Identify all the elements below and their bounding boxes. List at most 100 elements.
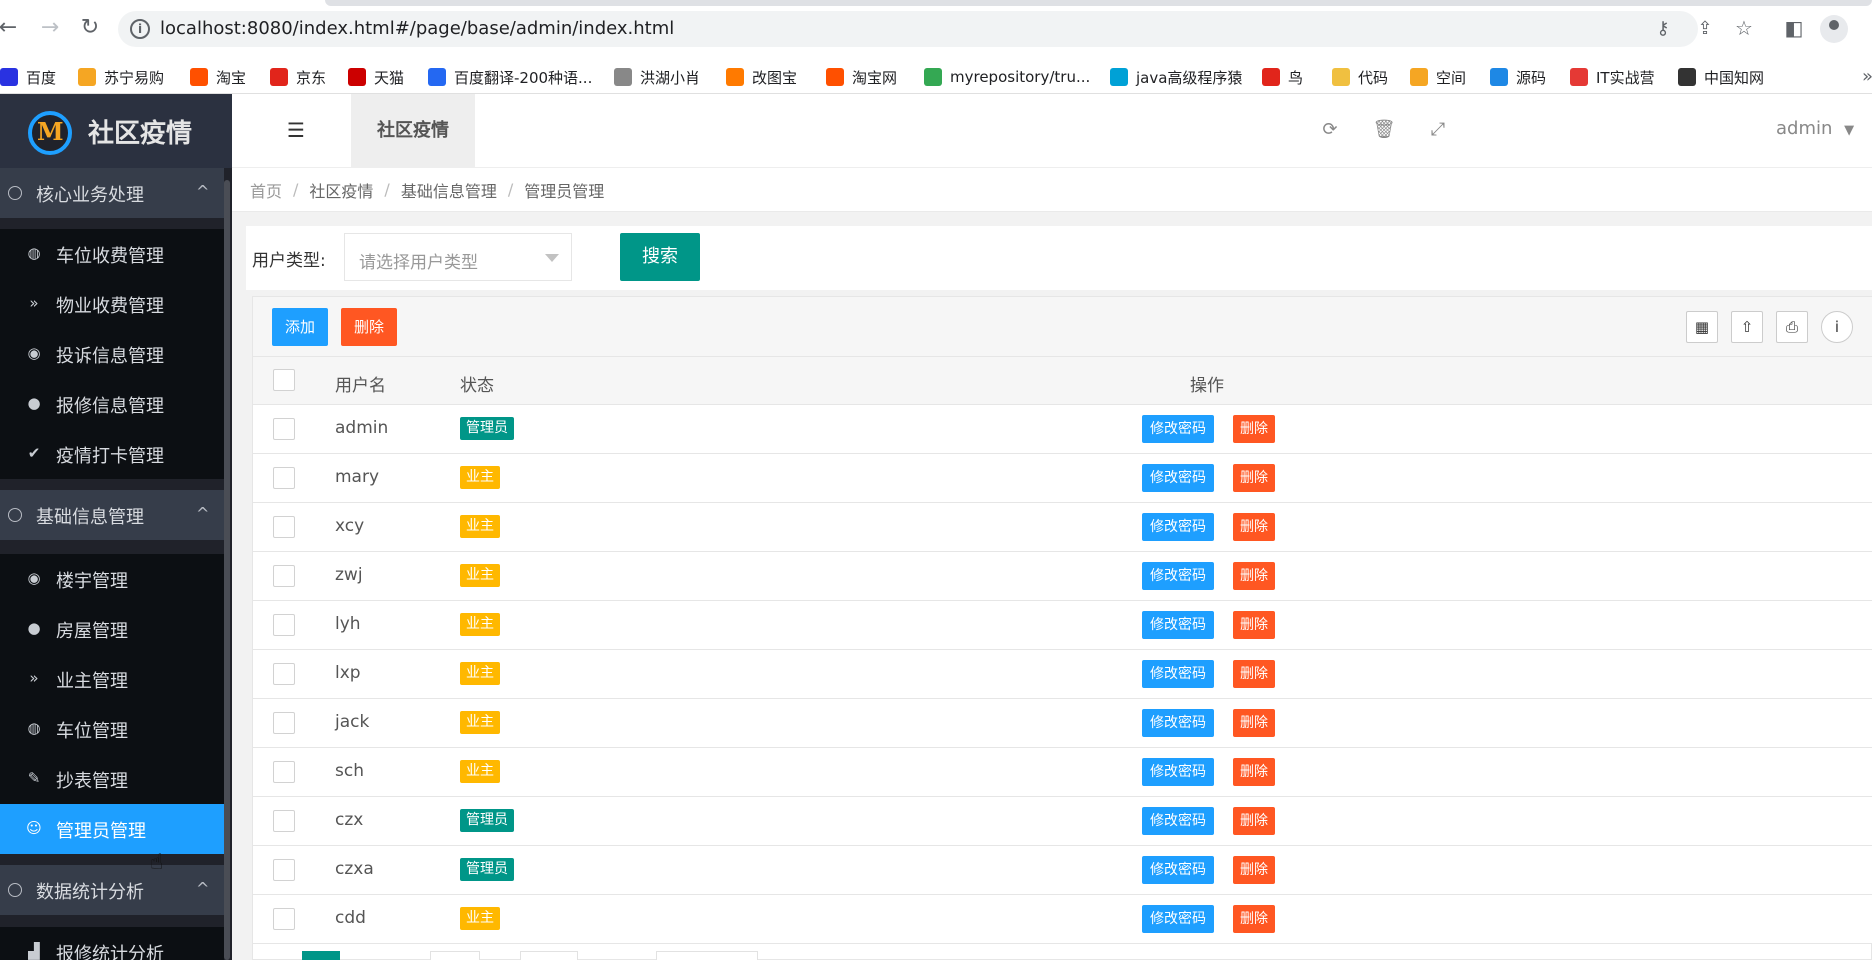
trash-icon[interactable]: 🗑 [1372, 118, 1396, 142]
menu-toggle-icon[interactable]: ☰ [284, 118, 308, 142]
header-status[interactable]: 状态 [460, 371, 494, 396]
sidebar-item[interactable]: » 物业收费管理 [0, 279, 224, 329]
pager-current-page[interactable] [302, 951, 340, 960]
user-menu[interactable]: admin ▼ [1776, 118, 1854, 139]
row-checkbox[interactable] [273, 418, 295, 440]
sidebar-group[interactable]: 数据统计分析 ^ [0, 865, 224, 915]
bookmark-item[interactable]: 源码 [1490, 66, 1546, 88]
sidebar-item[interactable]: ✔ 疫情打卡管理 [0, 429, 224, 479]
address-bar[interactable]: i localhost:8080/index.html#/page/base/a… [118, 11, 1713, 47]
change-password-button[interactable]: 修改密码 [1142, 807, 1214, 835]
url-text[interactable]: localhost:8080/index.html#/page/base/adm… [160, 18, 674, 39]
refresh-icon[interactable]: ⟳ [1318, 118, 1342, 142]
row-checkbox[interactable] [273, 761, 295, 783]
share-icon[interactable]: ⇪ [1694, 18, 1716, 40]
change-password-button[interactable]: 修改密码 [1142, 562, 1214, 590]
breadcrumb-item[interactable]: 首页 [250, 178, 282, 202]
row-checkbox[interactable] [273, 859, 295, 881]
sidebar-group[interactable]: 基础信息管理 ^ [0, 490, 224, 540]
bookmark-item[interactable]: 淘宝网 [826, 66, 897, 88]
bookmark-item[interactable]: 洪湖小肖 [614, 66, 700, 88]
reload-icon[interactable]: ↻ [76, 14, 104, 42]
tab-community[interactable]: 社区疫情 [351, 94, 475, 168]
row-checkbox[interactable] [273, 810, 295, 832]
header-username[interactable]: 用户名 [335, 371, 386, 396]
fullscreen-icon[interactable]: ⤢ [1426, 118, 1450, 142]
row-checkbox[interactable] [273, 565, 295, 587]
bookmark-item[interactable]: 天猫 [348, 66, 404, 88]
sidebar-item[interactable]: ● 房屋管理 [0, 604, 224, 654]
columns-filter-icon[interactable]: ▦ [1686, 311, 1718, 343]
sidebar-item[interactable]: ☺ 管理员管理 [0, 804, 224, 854]
profile-avatar[interactable] [1820, 15, 1848, 43]
sidebar-item[interactable]: ✎ 抄表管理 [0, 754, 224, 804]
row-checkbox[interactable] [273, 663, 295, 685]
delete-row-button[interactable]: 删除 [1233, 611, 1275, 639]
sidebar-item[interactable]: ◍ 车位收费管理 [0, 229, 224, 279]
row-checkbox[interactable] [273, 908, 295, 930]
sidebar-group[interactable]: 核心业务处理 ^ [0, 168, 224, 218]
bookmark-item[interactable]: 空间 [1410, 66, 1466, 88]
batch-delete-button[interactable]: 删除 [341, 308, 397, 346]
bookmark-item[interactable]: myrepository/tru... [924, 66, 1090, 88]
back-icon[interactable]: ← [0, 14, 22, 42]
delete-row-button[interactable]: 删除 [1233, 415, 1275, 443]
delete-row-button[interactable]: 删除 [1233, 464, 1275, 492]
bookmark-item[interactable]: 鸟 [1262, 66, 1303, 88]
forward-icon[interactable]: → [36, 14, 64, 42]
change-password-button[interactable]: 修改密码 [1142, 709, 1214, 737]
user-type-select[interactable]: 请选择用户类型 [344, 233, 572, 281]
bookmark-item[interactable]: java高级程序猿 [1110, 66, 1242, 88]
pager-page-button[interactable] [430, 951, 480, 960]
export-icon[interactable]: ⇧ [1731, 311, 1763, 343]
sidebar-scrollbar[interactable] [224, 180, 230, 960]
bookmark-item[interactable]: 淘宝 [190, 66, 246, 88]
delete-row-button[interactable]: 删除 [1233, 905, 1275, 933]
breadcrumb-item[interactable]: 基础信息管理 [401, 178, 497, 202]
row-checkbox[interactable] [273, 712, 295, 734]
more-bookmarks-icon[interactable]: » [1862, 66, 1872, 87]
change-password-button[interactable]: 修改密码 [1142, 611, 1214, 639]
select-all-checkbox[interactable] [273, 369, 295, 391]
row-checkbox[interactable] [273, 516, 295, 538]
sidebar-item[interactable]: ◉ 投诉信息管理 [0, 329, 224, 379]
star-bookmark-icon[interactable]: ☆ [1730, 14, 1758, 42]
site-info-icon[interactable]: i [130, 19, 150, 39]
delete-row-button[interactable]: 删除 [1233, 513, 1275, 541]
add-button[interactable]: 添加 [272, 308, 328, 346]
delete-row-button[interactable]: 删除 [1233, 856, 1275, 884]
delete-row-button[interactable]: 删除 [1233, 660, 1275, 688]
search-button[interactable]: 搜索 [620, 233, 700, 281]
delete-row-button[interactable]: 删除 [1233, 709, 1275, 737]
side-panel-icon[interactable]: ◧ [1780, 14, 1808, 42]
bookmark-item[interactable]: 代码 [1332, 66, 1388, 88]
pager-size-select[interactable] [656, 951, 758, 960]
app-logo[interactable]: 社区疫情 [0, 94, 232, 168]
bookmark-item[interactable]: 苏宁易购 [78, 66, 164, 88]
info-icon[interactable]: i [1821, 311, 1853, 343]
sidebar-item[interactable]: ▟ 报修统计分析 [0, 927, 224, 960]
delete-row-button[interactable]: 删除 [1233, 758, 1275, 786]
sidebar-item[interactable]: ◍ 车位管理 [0, 704, 224, 754]
sidebar-item[interactable]: » 业主管理 [0, 654, 224, 704]
change-password-button[interactable]: 修改密码 [1142, 856, 1214, 884]
bookmark-item[interactable]: IT实战营 [1570, 66, 1655, 88]
bookmark-item[interactable]: 百度 [0, 66, 56, 88]
change-password-button[interactable]: 修改密码 [1142, 758, 1214, 786]
change-password-button[interactable]: 修改密码 [1142, 464, 1214, 492]
breadcrumb-item[interactable]: 社区疫情 [309, 178, 373, 202]
sidebar-item[interactable]: ◉ 楼宇管理 [0, 554, 224, 604]
bookmark-item[interactable]: 百度翻译-200种语... [428, 66, 592, 88]
change-password-button[interactable]: 修改密码 [1142, 660, 1214, 688]
row-checkbox[interactable] [273, 614, 295, 636]
bookmark-item[interactable]: 改图宝 [726, 66, 797, 88]
pager-page-button[interactable] [520, 951, 578, 960]
bookmark-item[interactable]: 中国知网 [1678, 66, 1764, 88]
change-password-button[interactable]: 修改密码 [1142, 415, 1214, 443]
delete-row-button[interactable]: 删除 [1233, 807, 1275, 835]
sidebar-item[interactable]: ● 报修信息管理 [0, 379, 224, 429]
change-password-button[interactable]: 修改密码 [1142, 513, 1214, 541]
key-icon[interactable]: ⚷ [1652, 18, 1674, 40]
row-checkbox[interactable] [273, 467, 295, 489]
change-password-button[interactable]: 修改密码 [1142, 905, 1214, 933]
